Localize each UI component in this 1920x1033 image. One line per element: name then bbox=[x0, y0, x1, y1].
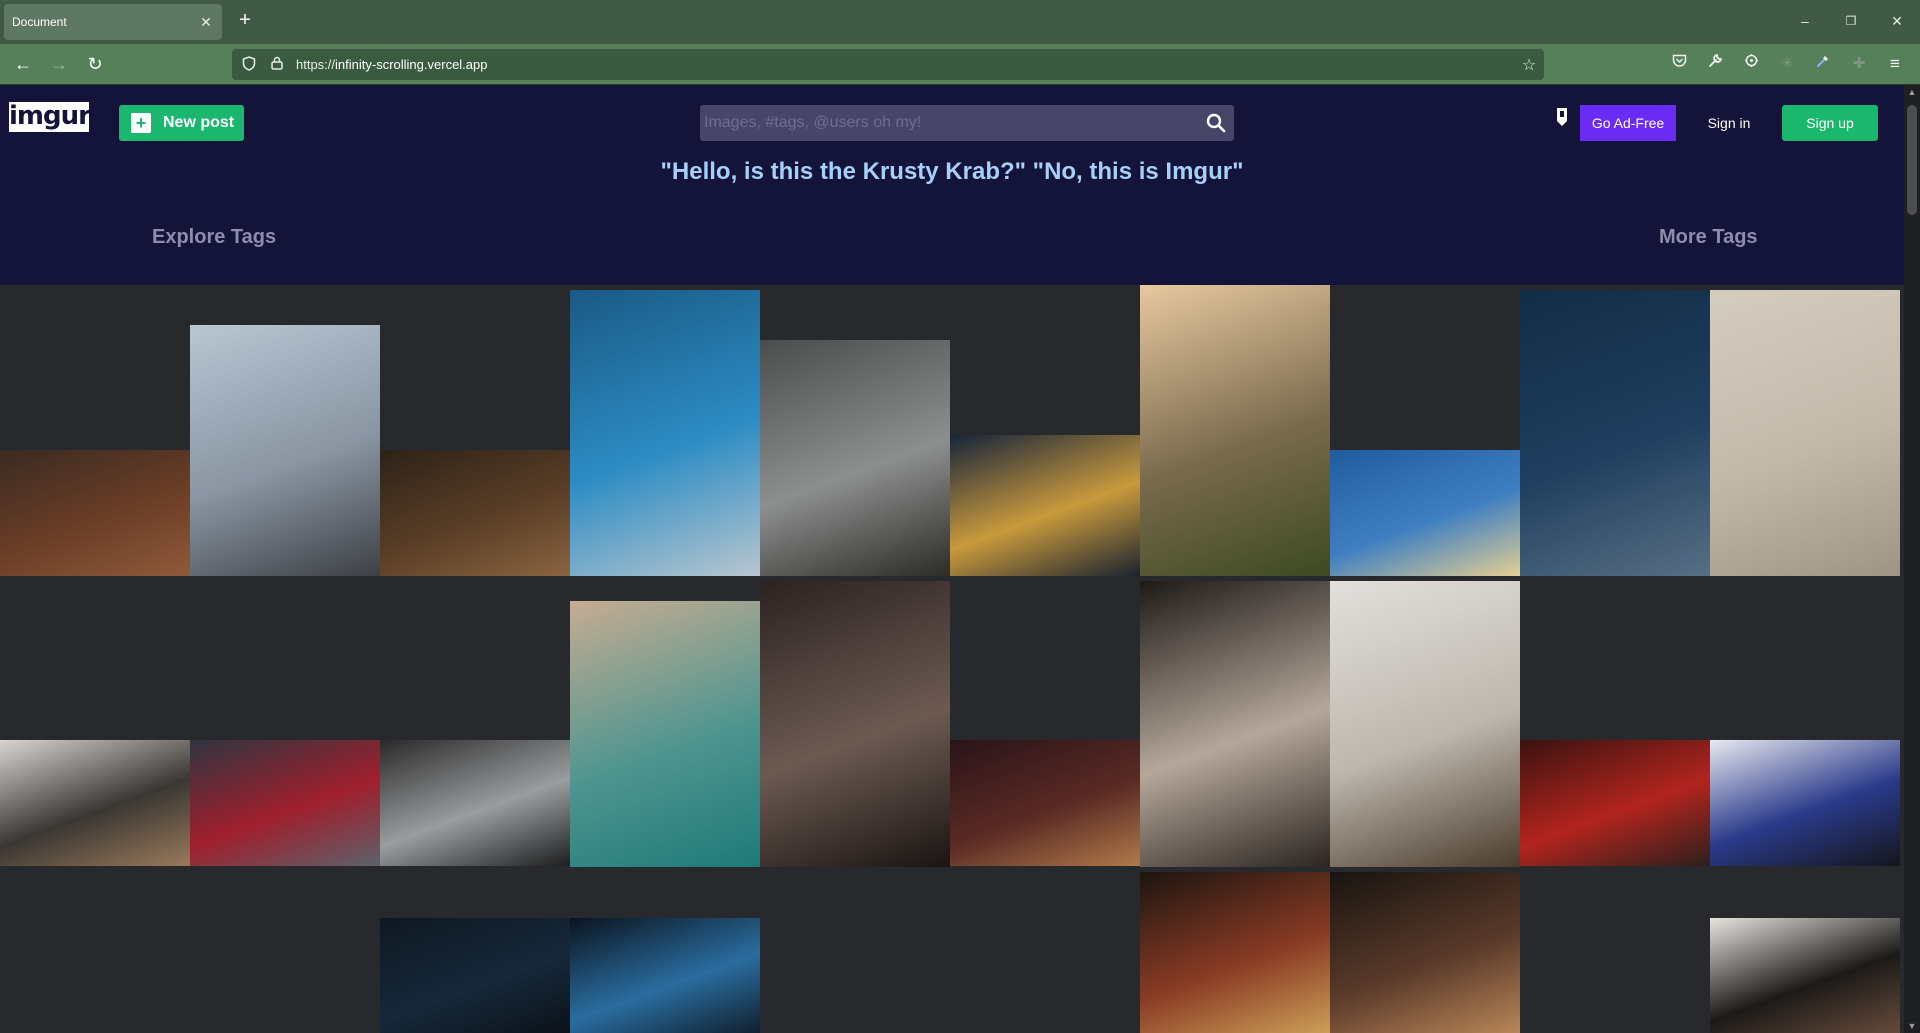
dim-extension-icon[interactable]: ✳ bbox=[1774, 52, 1800, 76]
gallery-image-skyscraper-blue-sky[interactable] bbox=[570, 290, 760, 576]
explore-tags-link[interactable]: Explore Tags bbox=[152, 226, 276, 249]
imgur-logo[interactable]: imgur bbox=[9, 102, 91, 132]
tagline: "Hello, is this the Krusty Krab?" "No, t… bbox=[660, 158, 1244, 185]
gallery-image-arched-window-city-view[interactable] bbox=[1140, 581, 1330, 867]
more-tags-link[interactable]: More Tags bbox=[1659, 226, 1758, 249]
back-icon[interactable]: ← bbox=[10, 52, 36, 76]
minimize-icon[interactable]: – bbox=[1790, 8, 1820, 34]
scroll-down-icon[interactable]: ▼ bbox=[1904, 1019, 1920, 1033]
extension-icon[interactable] bbox=[1738, 52, 1764, 76]
gallery-image-woman-by-river-sunset[interactable] bbox=[1140, 285, 1330, 576]
url-text[interactable]: https://infinity-scrolling.vercel.app bbox=[296, 57, 1514, 72]
eyedropper-icon[interactable] bbox=[1810, 52, 1836, 76]
page-viewport: imgur + New post Go Ad-Free Sign in Sign… bbox=[0, 85, 1920, 1033]
gallery-image-blue-paint-drips[interactable] bbox=[1710, 740, 1900, 866]
gallery-image-dining-table-room[interactable] bbox=[1330, 581, 1520, 867]
new-post-button[interactable]: + New post bbox=[119, 105, 244, 141]
search-input[interactable] bbox=[700, 105, 1198, 141]
sign-up-button[interactable]: Sign up bbox=[1782, 105, 1878, 141]
gallery-image-red-window-frosted-glass[interactable] bbox=[190, 740, 380, 866]
gallery-image-new-york-skyline[interactable] bbox=[190, 325, 380, 576]
gallery-image-stack-of-coins[interactable] bbox=[950, 740, 1140, 866]
page-scrollbar[interactable] bbox=[1904, 85, 1920, 1033]
tab-title: Document bbox=[12, 15, 67, 29]
gallery-image-elevated-train-street[interactable] bbox=[1330, 872, 1520, 1033]
gallery-image-snowy-cabin-night[interactable] bbox=[1520, 290, 1710, 576]
pocket-icon[interactable] bbox=[1666, 52, 1692, 76]
browser-tab[interactable]: Document ✕ bbox=[4, 4, 222, 40]
gallery-image-aerial-beach-waves[interactable] bbox=[570, 601, 760, 867]
gallery-image-typed-letter-paper[interactable] bbox=[1710, 290, 1900, 576]
scroll-up-icon[interactable]: ▲ bbox=[1904, 85, 1920, 99]
gallery-image-desert-sand-dune-dark[interactable] bbox=[380, 450, 570, 576]
restore-icon[interactable]: ❐ bbox=[1836, 8, 1866, 34]
search-bar bbox=[700, 105, 1234, 141]
search-icon[interactable] bbox=[1198, 105, 1234, 141]
plus-icon: + bbox=[131, 113, 151, 133]
bookmark-star-icon[interactable]: ☆ bbox=[1514, 55, 1544, 75]
close-window-icon[interactable]: ✕ bbox=[1882, 8, 1912, 34]
lock-icon[interactable] bbox=[266, 56, 288, 73]
gallery-image-tezos-phone-coins[interactable] bbox=[950, 435, 1140, 576]
gallery-image-tower-blue-glow[interactable] bbox=[570, 918, 760, 1033]
sign-in-link[interactable]: Sign in bbox=[1696, 105, 1762, 141]
new-post-label: New post bbox=[163, 114, 235, 131]
reload-icon[interactable]: ↻ bbox=[82, 52, 108, 76]
wrench-icon[interactable] bbox=[1702, 52, 1728, 76]
gallery-image-wedding-couple-veil[interactable] bbox=[760, 581, 950, 867]
gallery-image-man-in-red-plaid[interactable] bbox=[1520, 740, 1710, 866]
url-bar[interactable]: https://infinity-scrolling.vercel.app ☆ bbox=[232, 49, 1544, 80]
scrollbar-thumb[interactable] bbox=[1907, 105, 1917, 215]
gallery-image-woman-black-dress[interactable] bbox=[1710, 918, 1900, 1033]
new-tab-button[interactable]: + bbox=[234, 10, 256, 32]
gallery-image-laptop-on-leather-couch[interactable] bbox=[0, 450, 190, 576]
site-header: imgur + New post Go Ad-Free Sign in Sign… bbox=[0, 85, 1904, 285]
gallery-image-kitchen-window-person[interactable] bbox=[380, 740, 570, 866]
tab-close-icon[interactable]: ✕ bbox=[198, 14, 214, 31]
award-ribbon-icon[interactable] bbox=[1555, 107, 1569, 131]
gallery-image-laptop-with-plant[interactable] bbox=[0, 740, 190, 866]
tracking-shield-icon[interactable] bbox=[238, 55, 260, 74]
forward-icon[interactable]: → bbox=[46, 52, 72, 76]
url-host: infinity-scrolling.vercel.app bbox=[335, 57, 488, 72]
image-gallery bbox=[0, 285, 1904, 1033]
gallery-image-dark-blue-building[interactable] bbox=[380, 918, 570, 1033]
gallery-image-city-street-night[interactable] bbox=[1140, 872, 1330, 1033]
dim-grid-icon[interactable]: ✚ bbox=[1846, 52, 1872, 76]
go-ad-free-button[interactable]: Go Ad-Free bbox=[1580, 105, 1676, 141]
menu-icon[interactable]: ≡ bbox=[1882, 52, 1908, 76]
browser-tab-strip: Document ✕ + – ❐ ✕ bbox=[0, 0, 1920, 44]
gallery-image-escalator[interactable] bbox=[760, 340, 950, 576]
gallery-image-blue-sky-sand-dune[interactable] bbox=[1330, 450, 1520, 576]
url-scheme: https:// bbox=[296, 57, 336, 72]
